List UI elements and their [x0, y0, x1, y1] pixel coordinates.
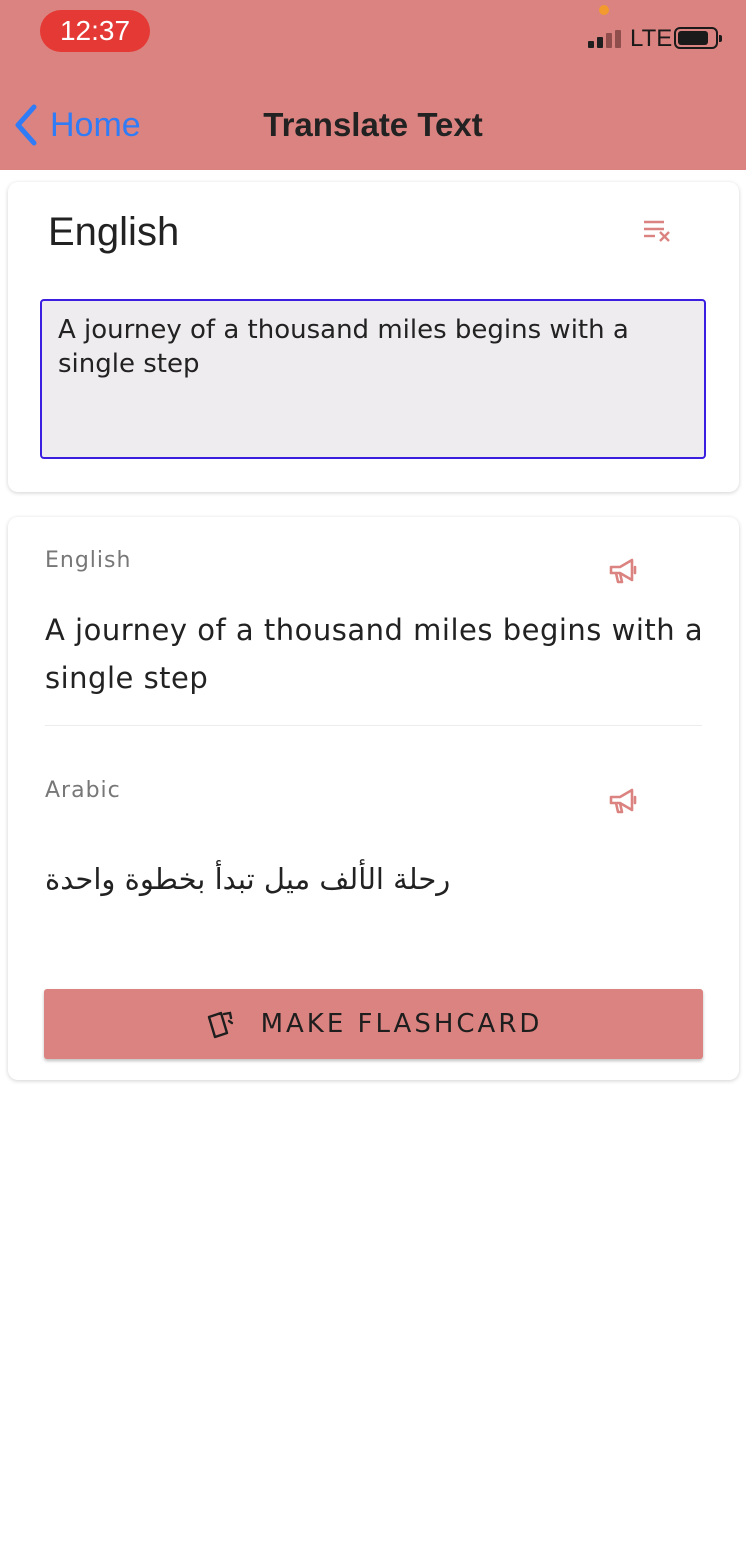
battery-icon — [674, 27, 722, 49]
privacy-indicator-dot — [599, 5, 609, 15]
status-time: 12:37 — [40, 10, 150, 52]
network-type: LTE — [630, 25, 673, 52]
megaphone-icon[interactable] — [608, 787, 638, 815]
input-card: English — [8, 182, 739, 492]
megaphone-icon[interactable] — [608, 557, 638, 585]
make-flashcard-button[interactable]: MAKE FLASHCARD — [44, 989, 703, 1059]
source-language-label: English — [45, 548, 132, 573]
signal-strength-icon — [588, 30, 624, 48]
source-text: A journey of a thousand miles begins wit… — [45, 613, 704, 695]
source-text-input[interactable] — [40, 299, 706, 459]
clear-all-icon[interactable] — [642, 218, 672, 242]
make-flashcard-label: MAKE FLASHCARD — [260, 1009, 543, 1039]
cards-icon — [207, 1011, 233, 1039]
back-button[interactable]: Home — [12, 103, 141, 147]
app-header: 12:37 LTE Home Translate Text — [0, 0, 746, 170]
target-language-label: Arabic — [45, 778, 121, 803]
back-label: Home — [50, 105, 141, 144]
translation-card: English A journey of a thousand miles be… — [8, 517, 739, 1080]
divider — [45, 725, 702, 726]
source-language-title: English — [48, 210, 180, 254]
chevron-left-icon — [15, 104, 37, 146]
translated-text: رحلة الألف ميل تبدأ بخطوة واحدة — [45, 862, 451, 896]
